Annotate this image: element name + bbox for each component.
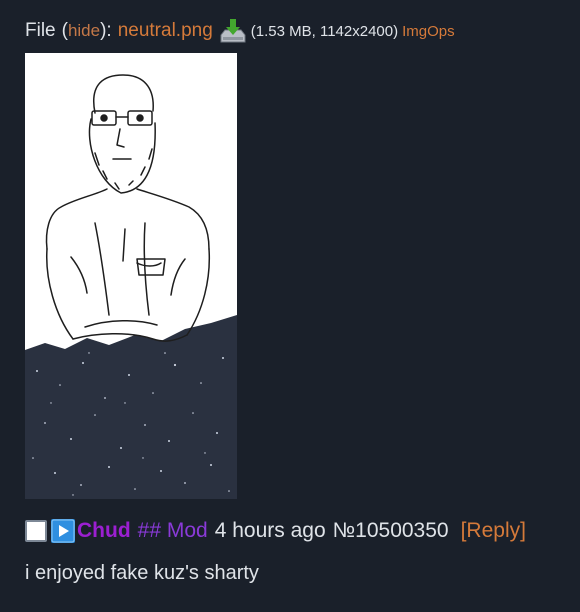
download-icon[interactable] bbox=[219, 18, 247, 44]
post-time: 4 hours ago bbox=[214, 519, 326, 542]
post-container: File ( hide ): neutral.png (1.53 MB, 114… bbox=[0, 0, 580, 612]
post-header: Chud ## Mod 4 hours ago №10500350 [Reply… bbox=[25, 515, 526, 547]
hide-link[interactable]: hide bbox=[68, 21, 100, 41]
file-info: File ( hide ): neutral.png (1.53 MB, 114… bbox=[25, 16, 455, 46]
file-prefix: File bbox=[25, 20, 56, 41]
poster-name[interactable]: Chud bbox=[77, 519, 131, 543]
paren-close: ): bbox=[100, 20, 112, 41]
file-meta: (1.53 MB, 1142x2400) bbox=[250, 22, 399, 40]
post-number-link[interactable]: №10500350 bbox=[333, 519, 449, 543]
capcode: ## Mod bbox=[137, 519, 208, 542]
post-select-checkbox[interactable] bbox=[25, 520, 47, 542]
play-icon[interactable] bbox=[51, 519, 75, 543]
filename-link[interactable]: neutral.png bbox=[118, 20, 213, 42]
imgops-link[interactable]: ImgOps bbox=[402, 23, 455, 40]
post-message: i enjoyed fake kuz's sharty bbox=[25, 562, 259, 584]
reply-link[interactable]: [Reply] bbox=[461, 519, 526, 543]
post-image-thumbnail[interactable] bbox=[25, 53, 237, 499]
